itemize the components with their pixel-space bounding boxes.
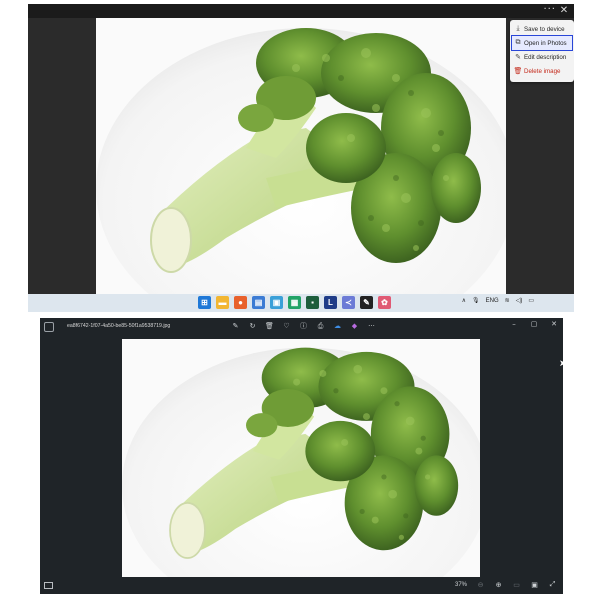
left-margin — [28, 18, 96, 294]
more-options-icon[interactable]: ··· — [543, 4, 556, 18]
taskbar-apps: ⊞ ▬ ● ▤ ▣ ▦ ▪ L ≺ ✎ ✿ — [198, 296, 391, 309]
close-icon[interactable]: ✕ — [549, 320, 559, 328]
actual-size-icon[interactable]: ▣ — [530, 581, 539, 589]
favorite-icon[interactable]: ♡ — [281, 321, 292, 332]
composite-screenshot: ··· ✕ ⤓ Save to device ⧉ Open in Photos … — [0, 0, 600, 600]
zoom-level[interactable]: 37% — [455, 582, 467, 588]
sticky-notes-icon[interactable]: ✎ — [360, 296, 373, 309]
window-controls: – ▢ ✕ — [509, 320, 559, 328]
photos-toolbar: ✎ ↻ 🗑 ♡ ⓘ ⎙ ☁ ◆ ··· — [230, 321, 377, 332]
menu-item-label: Open in Photos — [524, 39, 567, 47]
firefox-icon[interactable]: ● — [234, 296, 247, 309]
l-app-icon[interactable]: L — [324, 296, 337, 309]
top-titlebar: ··· ✕ — [28, 4, 574, 18]
language-indicator[interactable]: ENG — [486, 298, 499, 304]
broccoli-illustration — [96, 18, 506, 294]
close-icon[interactable]: ✕ — [558, 4, 570, 18]
more-icon[interactable]: ··· — [366, 321, 377, 332]
windows-start-icon[interactable]: ⊞ — [198, 296, 211, 309]
wifi-icon[interactable]: ≋ — [505, 297, 510, 304]
edit-image-icon[interactable]: ✎ — [230, 321, 241, 332]
zoom-controls: 37% ⊖ ⊕ ▭ ▣ ⤢ — [455, 581, 557, 589]
tray-chevron-icon[interactable]: ∧ — [462, 297, 466, 304]
menu-item-label: Delete image — [524, 67, 561, 75]
zoom-in-icon[interactable]: ⊕ — [494, 581, 503, 589]
broccoli-image — [122, 339, 480, 577]
save-to-device-menu-item[interactable]: ⤓ Save to device — [512, 22, 572, 36]
spreadsheet-icon[interactable]: ▦ — [288, 296, 301, 309]
battery-icon[interactable]: ▭ — [528, 297, 534, 304]
file-explorer-icon[interactable]: ▬ — [216, 296, 229, 309]
print-icon[interactable]: ⎙ — [315, 321, 326, 332]
open-external-icon: ⧉ — [515, 39, 521, 46]
photos-app-window: ea8f6742-1f07-4a50-be85-50f1a9538719.jpg… — [40, 318, 563, 594]
info-icon[interactable]: ⓘ — [298, 321, 309, 332]
system-tray: ∧ 🎙 ENG ≋ ◁) ▭ — [462, 297, 534, 305]
status-bar: 37% ⊖ ⊕ ▭ ▣ ⤢ — [40, 577, 563, 594]
file-name: ea8f6742-1f07-4a50-be85-50f1a9538719.jpg — [67, 323, 171, 329]
fit-to-window-icon[interactable]: ▭ — [512, 581, 521, 589]
photos-app-icon[interactable] — [44, 322, 54, 332]
context-menu: ⤓ Save to device ⧉ Open in Photos ✎ Edit… — [510, 20, 574, 82]
minimize-icon[interactable]: – — [509, 320, 519, 328]
taskbar: ⊞ ▬ ● ▤ ▣ ▦ ▪ L ≺ ✎ ✿ ∧ 🎙 ENG ≋ ◁) ▭ — [28, 294, 574, 312]
edit-description-menu-item[interactable]: ✎ Edit description — [512, 50, 572, 64]
zoom-out-icon[interactable]: ⊖ — [476, 581, 485, 589]
broccoli-illustration — [122, 339, 480, 577]
volume-icon[interactable]: ◁) — [516, 297, 523, 304]
delete-image-menu-item[interactable]: 🗑 Delete image — [512, 64, 572, 78]
mouse-cursor-icon: ➤ — [559, 359, 563, 369]
microphone-icon[interactable]: 🎙 — [472, 297, 480, 304]
fullscreen-icon[interactable]: ⤢ — [548, 581, 557, 589]
trash-icon: 🗑 — [513, 68, 523, 75]
clipchamp-icon[interactable]: ◆ — [349, 321, 360, 332]
terminal-icon[interactable]: ▪ — [306, 296, 319, 309]
broccoli-image — [96, 18, 506, 294]
vscode-like-icon[interactable]: ≺ — [342, 296, 355, 309]
pencil-icon: ✎ — [515, 54, 521, 61]
document-icon[interactable]: ▤ — [252, 296, 265, 309]
download-icon: ⤓ — [516, 25, 520, 32]
maximize-icon[interactable]: ▢ — [529, 320, 539, 328]
open-in-photos-menu-item[interactable]: ⧉ Open in Photos — [511, 35, 573, 51]
menu-item-label: Edit description — [524, 53, 567, 61]
delete-icon[interactable]: 🗑 — [264, 321, 275, 332]
onedrive-icon[interactable]: ☁ — [332, 321, 343, 332]
photos-titlebar: ea8f6742-1f07-4a50-be85-50f1a9538719.jpg… — [40, 318, 563, 336]
paint-icon[interactable]: ✿ — [378, 296, 391, 309]
menu-item-label: Save to device — [524, 25, 565, 33]
image-app-icon[interactable]: ▣ — [270, 296, 283, 309]
filmstrip-toggle-icon[interactable] — [44, 582, 53, 589]
rotate-icon[interactable]: ↻ — [247, 321, 258, 332]
top-image-viewer: ··· ✕ ⤓ Save to device ⧉ Open in Photos … — [28, 4, 574, 312]
